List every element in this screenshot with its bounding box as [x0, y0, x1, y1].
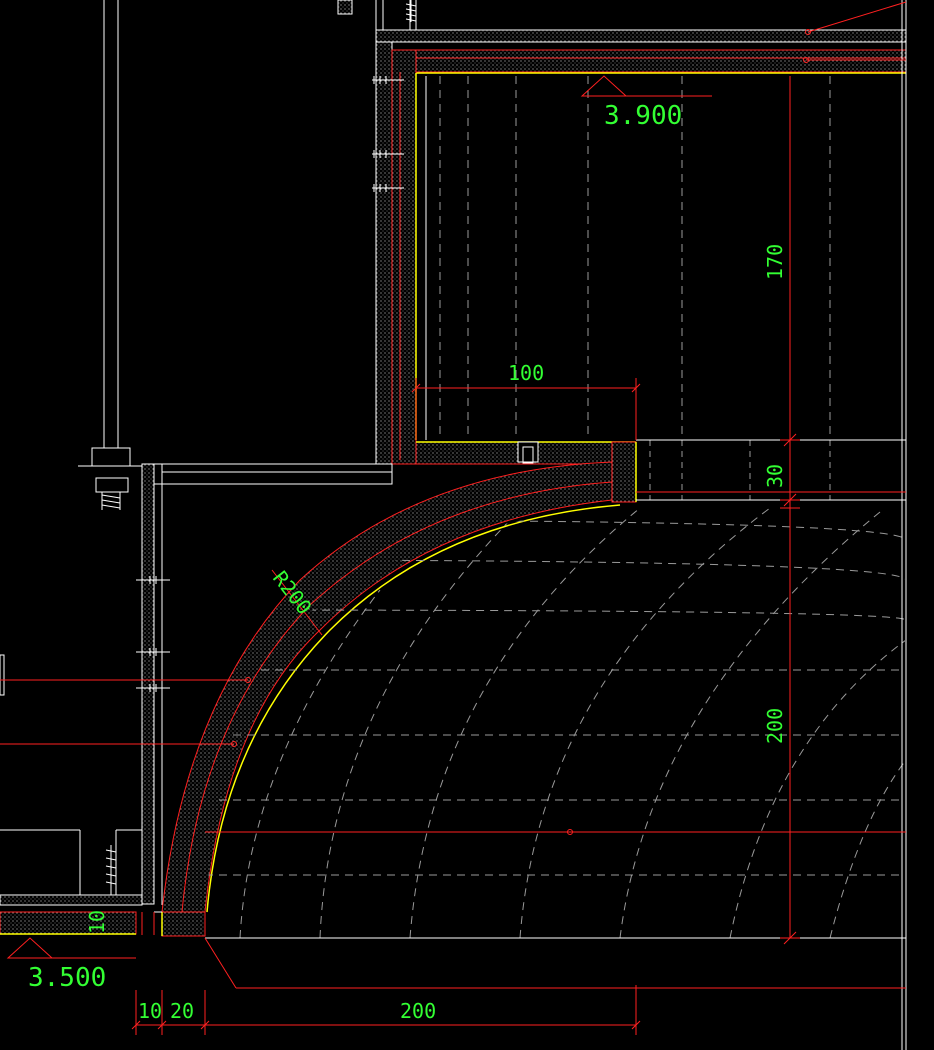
dim-170-label: 170	[763, 244, 787, 280]
lower-left-box	[0, 654, 142, 895]
right-frame	[154, 0, 907, 1050]
lower-left-slab	[0, 894, 143, 935]
dim-100-label: 100	[508, 361, 544, 385]
dim-20-bottom-label: 20	[170, 999, 194, 1023]
lower-left-wall	[141, 463, 155, 905]
level-marker-lower: 3.500	[6, 937, 136, 993]
dim-200-bottom-label: 200	[400, 999, 436, 1023]
dim-30-label: 30	[763, 464, 787, 488]
upper-ceiling-layer	[375, 0, 907, 74]
upper-vertical-wall	[375, 41, 417, 465]
top-screw	[337, 0, 417, 22]
dim-10-bottom-label: 10	[138, 999, 162, 1023]
cad-section-drawing: 3.900 3.500 100 170 30 200 10 10 20 200 …	[0, 0, 907, 1050]
ledge-right-dashed	[649, 440, 831, 500]
curved-vault-layers	[161, 461, 621, 937]
level-3900-label: 3.900	[604, 101, 682, 131]
hanger-rod	[78, 0, 150, 510]
dim-200-vertical-label: 200	[763, 708, 787, 744]
level-3500-label: 3.500	[28, 963, 106, 993]
dim-10-vertical-label: 10	[85, 910, 109, 934]
level-marker-upper: 3.900	[580, 75, 712, 131]
